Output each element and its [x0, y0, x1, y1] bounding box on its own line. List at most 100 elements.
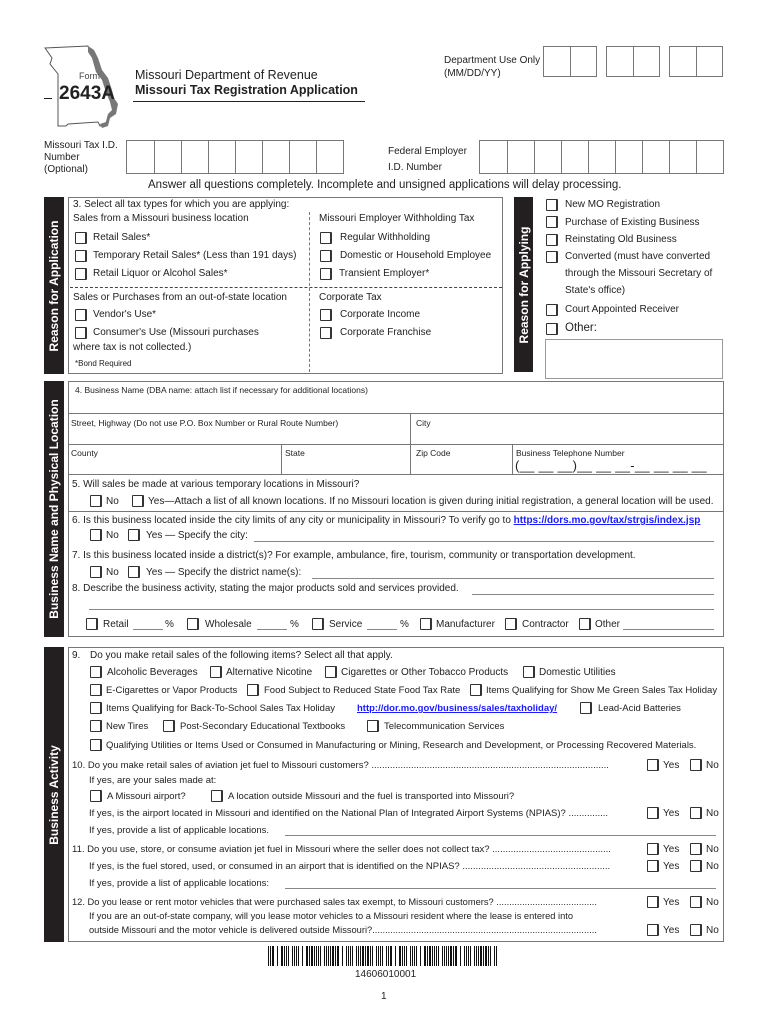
- checkbox-q10-npias-yes[interactable]: [647, 807, 659, 819]
- section-label-text: Reason for Application: [47, 220, 61, 351]
- label-q12-outstate-yes: Yes: [663, 925, 680, 936]
- checkbox-q11-no[interactable]: [690, 843, 702, 855]
- barcode-bar: [485, 946, 487, 966]
- checkbox-q10-no[interactable]: [690, 759, 702, 771]
- checkbox-show-me-green[interactable]: [470, 684, 482, 696]
- checkbox-q11-npias-yes[interactable]: [647, 860, 659, 872]
- barcode-bar: [367, 946, 369, 966]
- checkbox-consumers-use[interactable]: [75, 327, 87, 339]
- checkbox-domestic-utilities[interactable]: [523, 666, 535, 678]
- barcode-bar: [434, 946, 435, 966]
- barcode-bar: [352, 946, 353, 966]
- mo-tax-id-label-line2: Number: [44, 152, 80, 163]
- q11-locations-input[interactable]: [285, 888, 716, 889]
- barcode-bar: [490, 946, 491, 966]
- checkbox-transient-employer[interactable]: [320, 268, 332, 280]
- fein-input[interactable]: [479, 140, 724, 174]
- checkbox-e-cigarettes[interactable]: [90, 684, 102, 696]
- barcode-bar: [337, 946, 339, 966]
- checkbox-q12-no[interactable]: [690, 896, 702, 908]
- barcode-bar: [416, 946, 417, 966]
- checkbox-court-appointed-receiver[interactable]: [546, 304, 558, 316]
- county-input[interactable]: [69, 460, 279, 473]
- label-q10-yes: Yes: [663, 760, 680, 771]
- checkbox-purchase-existing-business[interactable]: [546, 216, 558, 228]
- barcode-bar: [348, 946, 349, 966]
- q10-locations-input[interactable]: [285, 835, 716, 836]
- checkbox-missouri-airport[interactable]: [90, 790, 102, 802]
- q6-city-input[interactable]: [254, 541, 714, 542]
- checkbox-qualifying-utilities[interactable]: [90, 739, 102, 751]
- street-input[interactable]: [69, 430, 409, 444]
- checkbox-other-activity[interactable]: [579, 618, 591, 630]
- checkbox-contractor[interactable]: [505, 618, 517, 630]
- checkbox-retail[interactable]: [86, 618, 98, 630]
- checkbox-lead-acid-batteries[interactable]: [580, 702, 592, 714]
- checkbox-q10-npias-no[interactable]: [690, 807, 702, 819]
- barcode-bar: [412, 946, 413, 966]
- checkbox-q7-yes[interactable]: [128, 566, 140, 578]
- checkbox-q12-outstate-yes[interactable]: [647, 924, 659, 936]
- checkbox-q11-npias-no[interactable]: [690, 860, 702, 872]
- q7-district-input[interactable]: [312, 578, 714, 579]
- barcode-bar: [442, 946, 443, 966]
- checkbox-q12-yes[interactable]: [647, 896, 659, 908]
- checkbox-vendors-use[interactable]: [75, 309, 87, 321]
- checkbox-location-outside-missouri[interactable]: [211, 790, 223, 802]
- checkbox-manufacturer[interactable]: [420, 618, 432, 630]
- barcode-bar: [272, 946, 274, 966]
- label-service: Service: [329, 619, 363, 630]
- checkbox-regular-withholding[interactable]: [320, 232, 332, 244]
- checkbox-telecommunication[interactable]: [367, 720, 379, 732]
- checkbox-corporate-income[interactable]: [320, 309, 332, 321]
- wholesale-percent-input[interactable]: [257, 629, 287, 630]
- barcode-bar: [298, 946, 299, 966]
- retail-percent-input[interactable]: [133, 629, 163, 630]
- checkbox-q10-yes[interactable]: [647, 759, 659, 771]
- checkbox-q5-no[interactable]: [90, 495, 102, 507]
- city-input[interactable]: [412, 430, 722, 444]
- tax-holiday-link[interactable]: http://dor.mo.gov/business/sales/taxholi…: [357, 704, 557, 714]
- title-underline: [133, 101, 365, 102]
- checkbox-new-tires[interactable]: [90, 720, 102, 732]
- zip-input[interactable]: [412, 460, 510, 473]
- barcode-bar: [281, 946, 283, 966]
- checkbox-alternative-nicotine[interactable]: [210, 666, 222, 678]
- checkbox-q11-yes[interactable]: [647, 843, 659, 855]
- checkbox-retail-sales[interactable]: [75, 232, 87, 244]
- other-activity-input[interactable]: [623, 629, 714, 630]
- checkbox-retail-liquor-sales[interactable]: [75, 268, 87, 280]
- phone-input[interactable]: (__ __ __)__ __ __-__ __ __ __: [515, 459, 707, 472]
- checkbox-other-reason[interactable]: [546, 323, 558, 335]
- checkbox-q5-yes[interactable]: [132, 495, 144, 507]
- label-cigarettes: Cigarettes or Other Tobacco Products: [341, 667, 509, 678]
- checkbox-alcoholic-beverages[interactable]: [90, 666, 102, 678]
- checkbox-q6-no[interactable]: [90, 529, 102, 541]
- mo-tax-id-input[interactable]: [126, 140, 344, 174]
- business-name-input[interactable]: [69, 397, 723, 413]
- checkbox-temporary-retail-sales[interactable]: [75, 250, 87, 262]
- checkbox-q7-no[interactable]: [90, 566, 102, 578]
- checkbox-cigarettes[interactable]: [325, 666, 337, 678]
- q8-description-input-line2[interactable]: [89, 609, 714, 610]
- checkbox-q12-outstate-no[interactable]: [690, 924, 702, 936]
- checkbox-q6-yes[interactable]: [128, 529, 140, 541]
- label-q5-yes: Yes—Attach a list of all known locations…: [148, 496, 714, 507]
- checkbox-new-mo-registration[interactable]: [546, 199, 558, 211]
- service-percent-input[interactable]: [367, 629, 397, 630]
- checkbox-converted[interactable]: [546, 251, 558, 263]
- checkbox-service[interactable]: [312, 618, 324, 630]
- checkbox-back-to-school[interactable]: [90, 702, 102, 714]
- q6-link[interactable]: https://dors.mo.gov/tax/strgis/index.jsp: [514, 515, 701, 526]
- checkbox-domestic-employee[interactable]: [320, 250, 332, 262]
- checkbox-reduced-food-tax[interactable]: [247, 684, 259, 696]
- q8-description-input[interactable]: [472, 594, 714, 595]
- checkbox-textbooks[interactable]: [163, 720, 175, 732]
- state-input[interactable]: [283, 460, 408, 473]
- checkbox-reinstating-old-business[interactable]: [546, 234, 558, 246]
- other-reason-input[interactable]: [545, 339, 723, 379]
- checkbox-wholesale[interactable]: [187, 618, 199, 630]
- label-contractor: Contractor: [522, 619, 569, 630]
- bond-note: *Bond Required: [75, 359, 132, 368]
- checkbox-corporate-franchise[interactable]: [320, 327, 332, 339]
